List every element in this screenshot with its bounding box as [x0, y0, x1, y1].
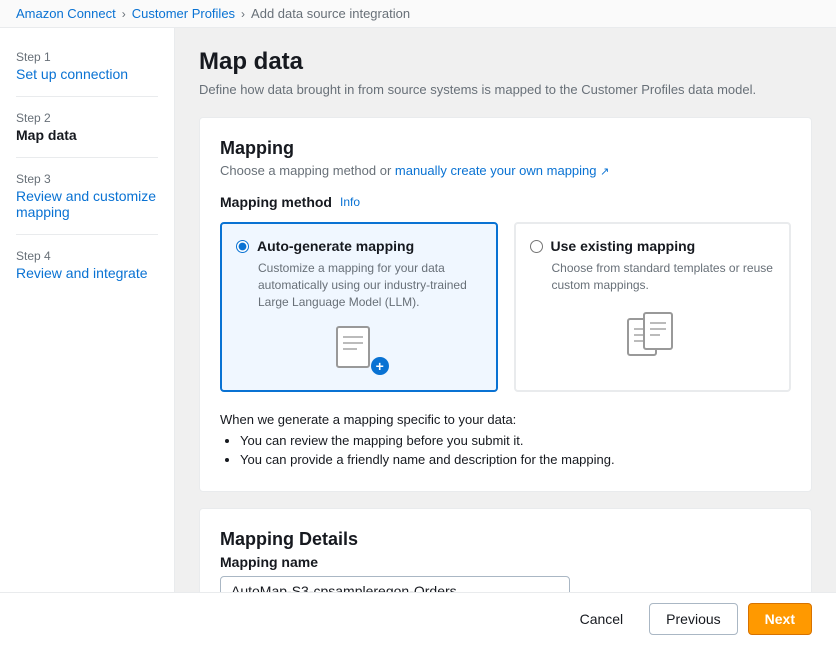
page-title: Map data [199, 48, 812, 76]
step3-label: Step 3 [16, 172, 158, 186]
mapping-details-card: Mapping Details Mapping name The name mu… [199, 508, 812, 592]
existing-radio[interactable] [530, 240, 543, 253]
mapping-name-input[interactable] [220, 576, 570, 592]
main-layout: Step 1 Set up connection Step 2 Map data… [0, 28, 836, 592]
sidebar-item-step1[interactable]: Step 1 Set up connection [0, 44, 174, 88]
step4-label: Step 4 [16, 249, 158, 263]
info-heading: When we generate a mapping specific to y… [220, 412, 791, 427]
breadcrumb-bar: Amazon Connect › Customer Profiles › Add… [0, 0, 836, 28]
sidebar-item-step2: Step 2 Map data [0, 105, 174, 149]
external-link-icon: ↗ [600, 166, 609, 178]
mapping-details-title: Mapping Details [220, 529, 791, 550]
auto-title: Auto-generate mapping [257, 238, 414, 254]
sidebar-item-step3: Step 3 Review and customize mapping [0, 166, 174, 226]
mapping-option-existing[interactable]: Use existing mapping Choose from standar… [514, 222, 792, 392]
mapping-method-header: Mapping method Info [220, 194, 791, 210]
auto-radio[interactable] [236, 240, 249, 253]
info-bullet-1: You can review the mapping before you su… [240, 433, 791, 448]
breadcrumb-home[interactable]: Amazon Connect [16, 6, 116, 21]
breadcrumb-sep-1: › [122, 7, 126, 21]
mapping-method-label: Mapping method [220, 194, 332, 210]
manually-create-link[interactable]: manually create your own mapping [395, 163, 597, 178]
previous-button[interactable]: Previous [649, 603, 737, 635]
mapping-card-subtitle-text: Choose a mapping method or [220, 163, 395, 178]
existing-docs-svg [626, 311, 678, 359]
mapping-option-auto[interactable]: Auto-generate mapping Customize a mappin… [220, 222, 498, 392]
page-subtitle: Define how data brought in from source s… [199, 82, 812, 97]
mapping-name-field: Mapping name The name must start with a … [220, 554, 791, 592]
auto-icon-area: + [236, 326, 482, 376]
step1-label: Step 1 [16, 50, 158, 64]
step2-label: Step 2 [16, 111, 158, 125]
step-divider-2 [16, 157, 158, 158]
breadcrumb-current: Add data source integration [251, 6, 410, 21]
step-divider-3 [16, 234, 158, 235]
step1-name: Set up connection [16, 66, 158, 82]
sidebar: Step 1 Set up connection Step 2 Map data… [0, 28, 175, 592]
sidebar-item-step4: Step 4 Review and integrate [0, 243, 174, 287]
existing-title: Use existing mapping [551, 238, 696, 254]
step2-name: Map data [16, 127, 158, 143]
footer-bar: Cancel Previous Next [0, 592, 836, 645]
cancel-button[interactable]: Cancel [564, 604, 640, 634]
step-divider-1 [16, 96, 158, 97]
existing-radio-row: Use existing mapping [530, 238, 776, 254]
auto-desc: Customize a mapping for your data automa… [258, 260, 482, 310]
content-area: Map data Define how data brought in from… [175, 28, 836, 592]
step4-name: Review and integrate [16, 265, 158, 281]
auto-radio-row: Auto-generate mapping [236, 238, 482, 254]
mapping-options: Auto-generate mapping Customize a mappin… [220, 222, 791, 392]
info-bullets: You can review the mapping before you su… [220, 433, 791, 467]
info-bullet-2: You can provide a friendly name and desc… [240, 452, 791, 467]
existing-desc: Choose from standard templates or reuse … [552, 260, 776, 294]
mapping-name-label: Mapping name [220, 554, 791, 570]
info-badge[interactable]: Info [340, 195, 360, 209]
breadcrumb-sep-2: › [241, 7, 245, 21]
mapping-card: Mapping Choose a mapping method or manua… [199, 117, 812, 492]
mapping-card-title: Mapping [220, 138, 791, 159]
mapping-card-subtitle: Choose a mapping method or manually crea… [220, 163, 791, 178]
existing-icon-area [530, 310, 776, 360]
next-button[interactable]: Next [748, 603, 812, 635]
plus-icon: + [371, 357, 389, 375]
step3-name: Review and customize mapping [16, 188, 158, 220]
breadcrumb-section[interactable]: Customer Profiles [132, 6, 235, 21]
auto-generate-icon: + [335, 325, 383, 377]
doc-svg [335, 325, 375, 373]
